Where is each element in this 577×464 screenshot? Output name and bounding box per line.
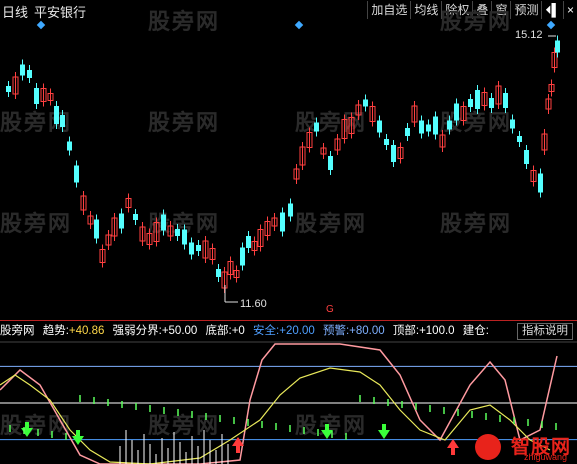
candle-body: [67, 141, 72, 151]
trend-label: 趋势:: [42, 325, 69, 337]
sell-arrow-icon: [76, 430, 80, 436]
candle-body: [161, 214, 166, 231]
trend-readout: 趋势:+40.86: [43, 322, 105, 340]
candle-body: [27, 70, 32, 78]
sell-arrow-icon: [21, 428, 33, 437]
logo-mark-icon: [475, 434, 501, 460]
strength-boundary-readout: 强弱分界:+50.00: [113, 322, 198, 340]
buy-arrow-icon: [447, 439, 459, 448]
candlestick-chart[interactable]: [0, 0, 577, 464]
candle-body: [288, 203, 293, 217]
bottom-value: +0: [231, 325, 245, 337]
candle-body: [94, 219, 99, 239]
top-label: 顶部:: [392, 325, 420, 337]
warning-label: 预警:: [322, 325, 350, 337]
sell-arrow-icon: [325, 424, 329, 430]
trend-value: +40.86: [68, 325, 105, 337]
low-price-label: 11.60: [240, 298, 267, 310]
bottom-readout: 底部:+0: [206, 322, 245, 340]
candle-body: [196, 245, 201, 251]
candle-body: [555, 40, 560, 53]
indicator-info-bar: 股旁网 趋势:+40.86 强弱分界:+50.00 底部:+0 安全:+20.0…: [0, 322, 577, 340]
candle-body: [216, 269, 221, 277]
candle-body: [314, 122, 319, 132]
candle-body: [20, 64, 25, 76]
candle-body: [433, 116, 438, 135]
candle-body: [489, 98, 494, 108]
candle-body: [133, 214, 138, 220]
top-boundary-curve: [0, 343, 558, 464]
candle-body: [182, 229, 187, 245]
top-value: +100.0: [419, 325, 455, 337]
candle-body: [328, 156, 333, 170]
build-position-readout: 建仓:: [463, 322, 489, 340]
candle-body: [524, 150, 529, 164]
sell-arrow-icon: [378, 430, 390, 439]
warning-value: +80.00: [349, 325, 385, 337]
candle-body: [447, 120, 452, 130]
sell-arrow-icon: [382, 424, 386, 430]
candle-body: [384, 139, 389, 145]
sell-arrow-icon: [25, 422, 29, 428]
candle-body: [468, 99, 473, 107]
safe-readout: 安全:+20.00: [253, 322, 315, 340]
indicator-name[interactable]: 股旁网: [0, 322, 35, 340]
candle-body: [475, 90, 480, 109]
candle-body: [426, 124, 431, 132]
candle-body: [517, 136, 522, 142]
strength-boundary-value: +50.00: [161, 325, 198, 337]
high-price-label: 15.12: [515, 29, 543, 41]
buy-arrow-icon: [236, 446, 240, 453]
candle-body: [189, 242, 194, 255]
safe-value: +20.00: [279, 325, 315, 337]
indicator-explain-button[interactable]: 指标说明: [517, 323, 573, 340]
candle-body: [503, 93, 508, 108]
candle-body: [419, 120, 424, 134]
logo-subtext: zhiguwang: [523, 452, 567, 462]
candle-body: [454, 103, 459, 121]
candle-body: [280, 212, 285, 232]
candle-body: [538, 173, 543, 193]
candle-body: [377, 120, 382, 133]
strength-boundary-label: 强弱分界:: [112, 325, 162, 337]
top-readout: 顶部:+100.0: [393, 322, 455, 340]
candle-body: [60, 115, 65, 127]
candle-body: [405, 128, 410, 136]
g-event-marker[interactable]: G: [326, 304, 334, 315]
candle-body: [363, 99, 368, 107]
candle-body: [34, 88, 39, 104]
bottom-label: 底部:: [205, 325, 232, 337]
buy-arrow-icon: [451, 448, 455, 455]
candle-body: [391, 145, 396, 162]
candle-body: [119, 213, 124, 229]
trend-curve: [0, 367, 551, 464]
sell-arrow-icon: [321, 430, 333, 439]
candle-body: [54, 106, 59, 124]
build-position-label: 建仓:: [462, 325, 489, 337]
buy-arrow-icon: [232, 437, 244, 446]
candle-body: [240, 247, 245, 266]
candle-body: [510, 119, 515, 129]
candle-body: [175, 229, 180, 236]
candle-body: [246, 236, 251, 248]
warning-readout: 预警:+80.00: [323, 322, 385, 340]
stock-chart-window: 日线 平安银行 加自选 均线 除权 叠 窗 预测 ⏴▌ × 股旁网 股旁网 股旁网…: [0, 0, 577, 464]
safe-label: 安全:: [253, 325, 280, 337]
site-logo: 智股网 zhiguwang: [475, 432, 575, 462]
candle-body: [6, 86, 11, 92]
candle-body: [74, 165, 79, 183]
panel-divider: [0, 320, 577, 321]
